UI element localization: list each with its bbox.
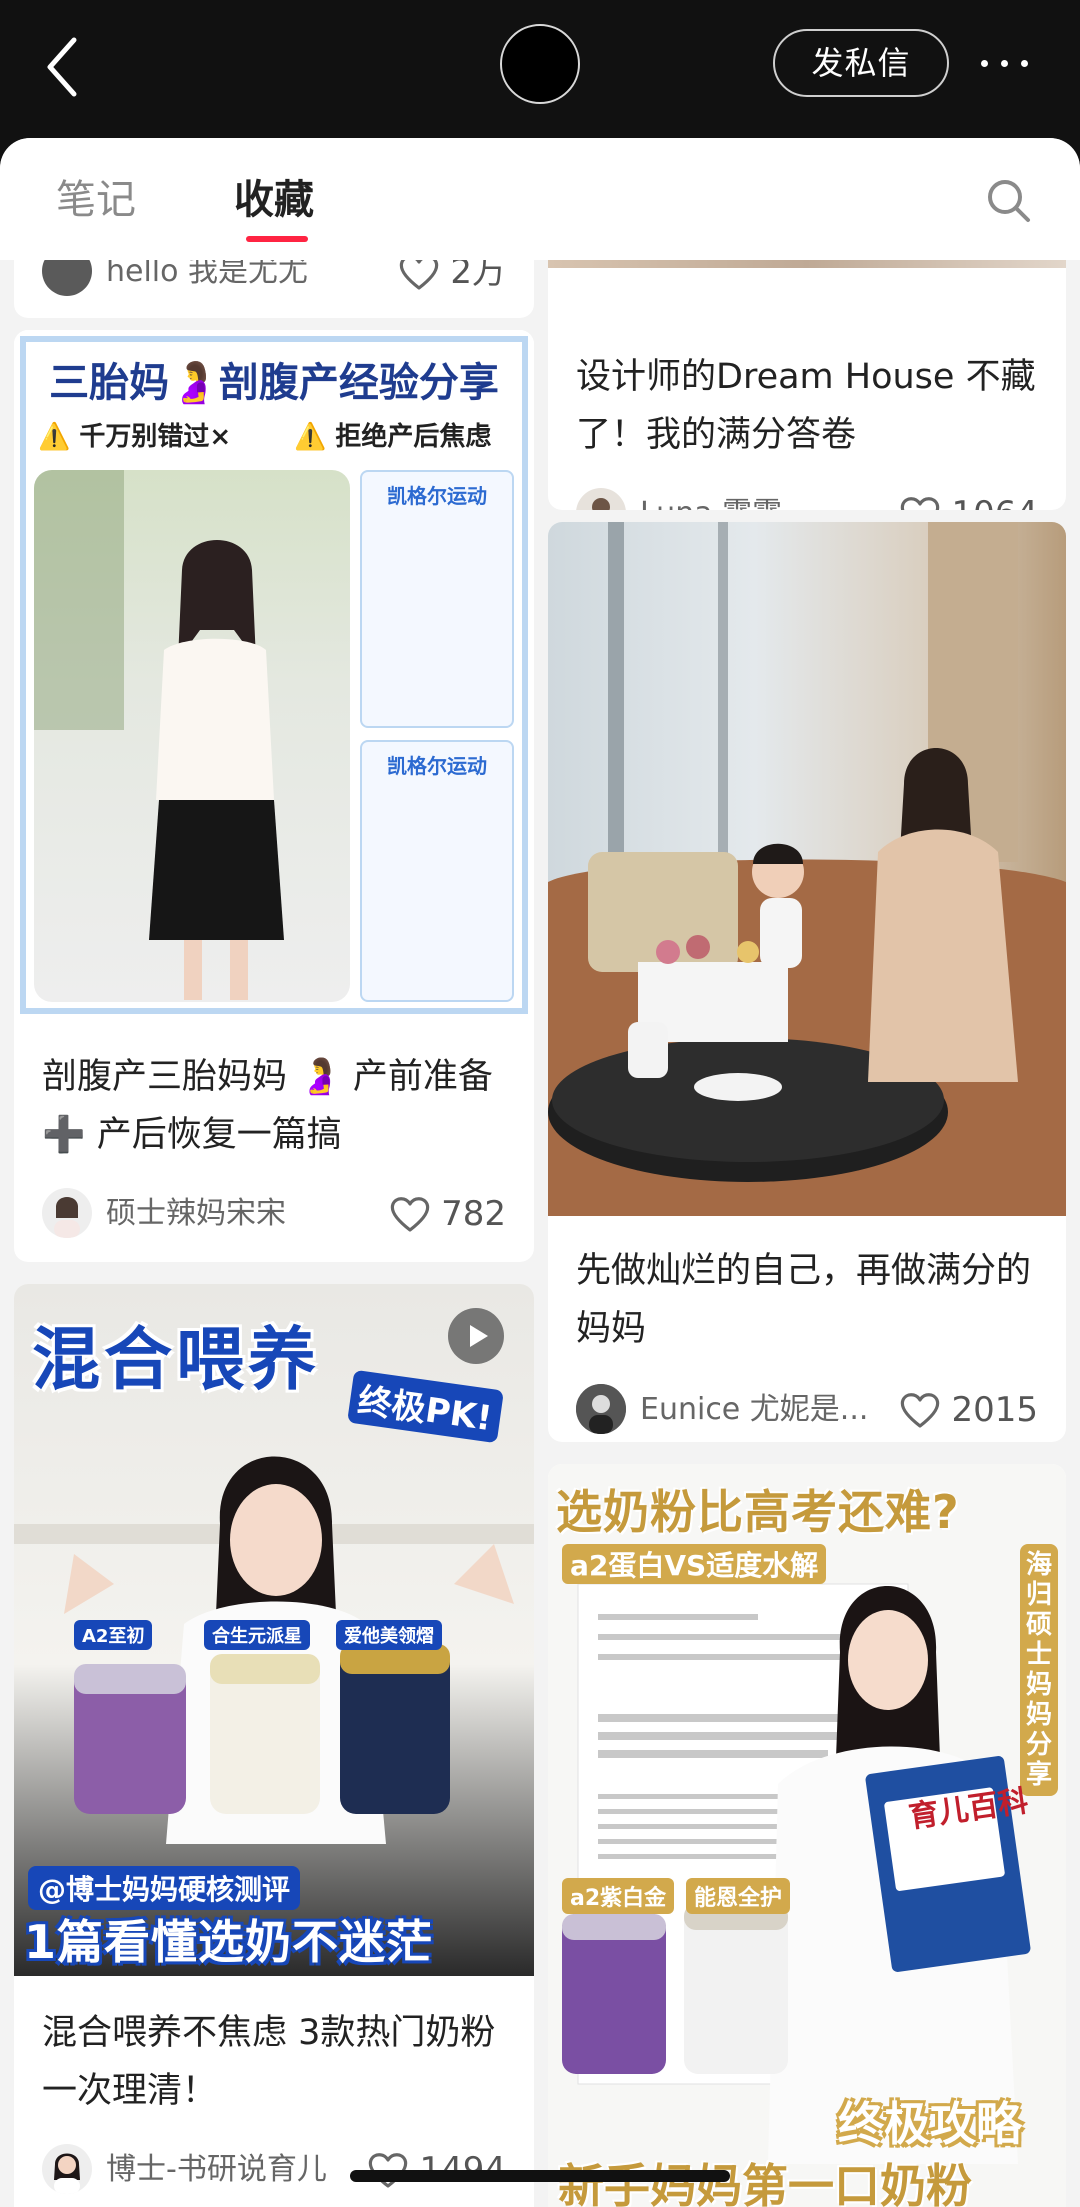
cover-photo	[548, 522, 1066, 1216]
like-count[interactable]: 782	[389, 1192, 506, 1236]
heart-icon	[390, 1197, 430, 1232]
cover-tag: ⚠️ 拒绝产后焦虑	[294, 422, 492, 452]
like-count[interactable]: 1064	[899, 492, 1038, 510]
cover-panel: 凯格尔运动	[360, 470, 514, 728]
note-card-tea[interactable]: 先做灿烂的自己，再做满分的妈妈 Eunice 尤妮是... 2015	[548, 522, 1066, 1442]
cover-tag: ⚠️ 千万别错过×	[38, 422, 232, 452]
author-avatar	[42, 1188, 92, 1238]
screen: 发私信 笔记 收藏 hello 我是尤尤 2万 设计师的Dream House …	[0, 0, 1080, 2207]
note-title: 剖腹产三胎妈妈 🤰 产前准备 ➕ 产后恢复一篇搞	[42, 1057, 493, 1155]
note-card-mixed-feeding[interactable]: 混合喂养 终极PK! A2至初 合生元派星 爱他美领熠 @博士妈妈硬核测评 1篇…	[14, 1284, 534, 2207]
search-icon	[988, 180, 1030, 222]
note-card-formula[interactable]: 选奶粉比高考还难? a2蛋白VS适度水解 海归硕士妈妈分享 育儿百科 a2紫白金…	[548, 1464, 1066, 2207]
top-bar: 发私信	[0, 0, 1080, 140]
back-button[interactable]	[38, 30, 88, 104]
cover-image: 三胎妈🤰剖腹产经验分享 ⚠️ 千万别错过× ⚠️ 拒绝产后焦虑 凯格尔运动 凯格…	[14, 330, 534, 1020]
more-button[interactable]	[975, 38, 1035, 88]
avatar-photo	[54, 1197, 80, 1238]
tab-notes[interactable]: 笔记	[56, 176, 136, 224]
cover-title: 混合喂养	[32, 1321, 321, 1400]
back-chevron-icon	[47, 37, 77, 97]
author-avatar	[576, 488, 626, 510]
cover-panel: 凯格尔运动	[360, 740, 514, 1002]
note-title: 混合喂养不焦虑 3款热门奶粉一次理清！	[42, 2013, 496, 2111]
video-play-icon	[448, 1308, 504, 1364]
author-name: 硕士辣妈宋宋	[106, 1196, 286, 1231]
author-avatar	[576, 1384, 626, 1434]
cover-bottom-text: 终极攻略	[838, 2097, 1022, 2151]
cover-photo	[34, 470, 350, 1002]
avatar-photo	[592, 498, 610, 510]
product-label: A2至初	[74, 1620, 153, 1650]
heart-icon	[901, 1393, 940, 1428]
more-dots-icon	[981, 60, 988, 67]
author-name: 博士-书研说育儿	[106, 2152, 327, 2187]
cover-caption: @博士妈妈硬核测评	[28, 1866, 301, 1910]
note-title: 设计师的Dream House 不藏了！我的满分答卷	[576, 357, 1036, 455]
heart-icon	[901, 497, 940, 510]
active-tab-indicator	[246, 236, 308, 242]
product-label: 爱他美领熠	[336, 1620, 442, 1650]
author-name: Luna 露露	[640, 496, 782, 510]
like-count[interactable]: 2015	[899, 1388, 1038, 1432]
cover-image: 混合喂养 终极PK! A2至初 合生元派星 爱他美领熠 @博士妈妈硬核测评 1篇…	[14, 1284, 534, 1976]
cover-image	[548, 522, 1066, 1216]
product-label: 能恩全护	[686, 1878, 791, 1914]
tab-favorites[interactable]: 收藏	[234, 176, 314, 224]
profile-sheet: 笔记 收藏 hello 我是尤尤 2万 设计师的Dream House 不藏了！…	[0, 138, 1080, 2207]
product-label: 合生元派星	[204, 1620, 310, 1650]
note-title: 先做灿烂的自己，再做满分的妈妈	[576, 1251, 1032, 1349]
profile-tabs: 笔记 收藏	[0, 138, 1080, 260]
note-card-csection[interactable]: 三胎妈🤰剖腹产经验分享 ⚠️ 千万别错过× ⚠️ 拒绝产后焦虑 凯格尔运动 凯格…	[14, 330, 534, 1262]
cover-title: 三胎妈🤰剖腹产经验分享	[49, 360, 499, 406]
search-button[interactable]	[984, 176, 1034, 226]
profile-avatar[interactable]	[500, 24, 580, 104]
cover-title: 选奶粉比高考还难?	[556, 1485, 960, 1539]
product-label: a2紫白金	[562, 1878, 675, 1914]
author-name: Eunice 尤妮是...	[640, 1392, 869, 1427]
avatar-photo	[54, 2153, 80, 2194]
cover-subtitle: a2蛋白VS适度水解	[562, 1544, 827, 1584]
home-indicator[interactable]	[350, 2170, 730, 2182]
cover-image: 选奶粉比高考还难? a2蛋白VS适度水解 海归硕士妈妈分享 育儿百科 a2紫白金…	[548, 1464, 1066, 2207]
avatar-photo	[576, 1384, 626, 1434]
cover-side-label: 海归硕士妈妈分享	[1020, 1544, 1058, 1796]
author-avatar	[42, 2144, 92, 2194]
woman-figure	[34, 470, 284, 1000]
send-message-button[interactable]: 发私信	[773, 29, 949, 97]
cover-bottom-text: 1篇看懂选奶不迷茫	[24, 1915, 434, 1969]
